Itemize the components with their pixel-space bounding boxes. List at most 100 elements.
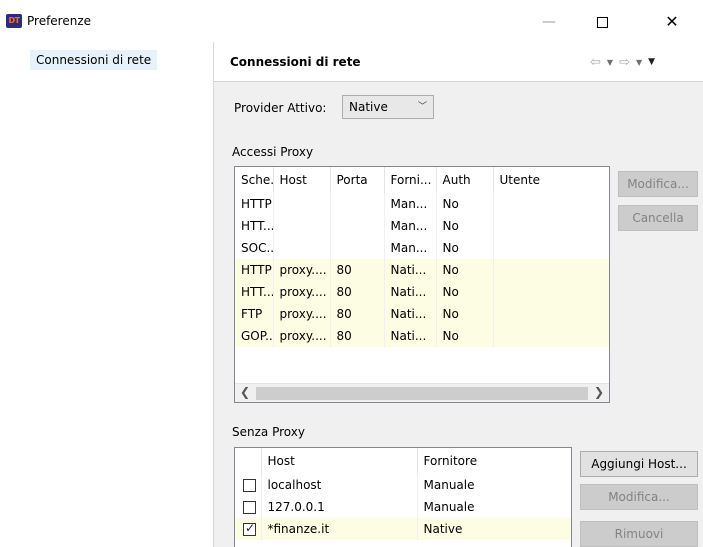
history-navigation: ⇦ ▼ ⇨ ▼ ▼ — [590, 53, 655, 71]
cell-port — [330, 237, 385, 259]
window-title: Preferenze — [27, 14, 92, 28]
cell-checkbox — [235, 496, 262, 518]
table-row[interactable]: FTP proxy.... 80 Nati... No — [235, 303, 609, 325]
column-header-host[interactable]: Host — [273, 167, 331, 193]
cell-user — [493, 259, 609, 281]
row-checkbox[interactable] — [243, 501, 256, 514]
app-logo-icon: DT — [6, 14, 22, 28]
table-row[interactable]: GOP... proxy.... 80 Nati... No — [235, 325, 609, 347]
tree-item-network-connections[interactable]: Connessioni di rete — [30, 50, 158, 70]
maximize-button[interactable] — [580, 8, 624, 36]
cell-port — [330, 215, 385, 237]
active-provider-value: Native — [349, 100, 388, 114]
cell-user — [493, 193, 609, 215]
column-header-user[interactable]: Utente — [493, 167, 609, 193]
chevron-down-icon: ﹀ — [417, 102, 427, 112]
cell-auth: No — [436, 215, 494, 237]
cell-scheme: SOC... — [235, 237, 274, 259]
table-row[interactable]: SOC... Man... No — [235, 237, 609, 259]
row-checkbox[interactable] — [243, 479, 256, 492]
table-row[interactable]: HTTP proxy.... 80 Nati... No — [235, 259, 609, 281]
column-header-scheme[interactable]: Sche... — [235, 167, 274, 193]
table-row[interactable]: 127.0.0.1 Manuale — [235, 496, 571, 518]
cell-auth: No — [436, 303, 494, 325]
cell-host: 127.0.0.1 — [261, 496, 418, 518]
scrollbar-thumb[interactable] — [256, 387, 588, 400]
cell-scheme: HTTP — [235, 259, 274, 281]
close-button[interactable]: ✕ — [650, 8, 694, 36]
forward-arrow-icon[interactable]: ⇨ — [619, 55, 630, 70]
cell-provider: Nati... — [384, 259, 437, 281]
cell-host — [273, 237, 331, 259]
horizontal-scrollbar[interactable]: ❮ ❯ — [235, 383, 609, 402]
cell-provider: Man... — [384, 237, 437, 259]
cell-port: 80 — [330, 281, 385, 303]
cell-user — [493, 303, 609, 325]
bypass-label: Senza Proxy — [232, 425, 305, 439]
cell-host: proxy.... — [273, 281, 331, 303]
forward-dropdown-icon[interactable]: ▼ — [636, 58, 642, 67]
cell-host: *finanze.it — [261, 518, 418, 540]
cell-user — [493, 215, 609, 237]
table-row[interactable]: HTT... Man... No — [235, 215, 609, 237]
cell-checkbox — [235, 474, 262, 496]
cell-host: proxy.... — [273, 325, 331, 347]
cell-scheme: FTP — [235, 303, 274, 325]
column-header-checkbox — [235, 448, 262, 474]
cell-auth: No — [436, 237, 494, 259]
page-header: Connessioni di rete ⇦ ▼ ⇨ ▼ ▼ — [214, 42, 703, 82]
back-dropdown-icon[interactable]: ▼ — [607, 58, 613, 67]
proxy-entries-label: Accessi Proxy — [232, 145, 314, 159]
cell-checkbox — [235, 518, 262, 540]
cell-port — [330, 193, 385, 215]
active-provider-label: Provider Attivo: — [234, 101, 327, 115]
row-checkbox[interactable] — [243, 521, 256, 536]
add-host-button[interactable]: Aggiungi Host... — [580, 451, 698, 477]
column-header-auth[interactable]: Auth — [436, 167, 494, 193]
table-row[interactable]: HTTP Man... No — [235, 193, 609, 215]
cell-user — [493, 237, 609, 259]
bypass-table-header: Host Fornitore — [235, 448, 571, 474]
cell-provider: Manuale — [417, 474, 571, 496]
back-arrow-icon[interactable]: ⇦ — [590, 55, 601, 70]
cell-provider: Nati... — [384, 325, 437, 347]
cell-port: 80 — [330, 325, 385, 347]
table-row[interactable]: localhost Manuale — [235, 474, 571, 496]
cell-scheme: GOP... — [235, 325, 274, 347]
preferences-tree: Connessioni di rete — [0, 42, 213, 547]
maximize-icon — [596, 16, 608, 28]
table-row[interactable]: HTT... proxy.... 80 Nati... No — [235, 281, 609, 303]
cell-host: proxy.... — [273, 259, 331, 281]
table-row[interactable]: *finanze.it Native — [235, 518, 571, 540]
column-header-provider[interactable]: Forni... — [384, 167, 437, 193]
edit-proxy-button[interactable]: Modifica... — [618, 171, 698, 197]
cell-port: 80 — [330, 259, 385, 281]
scroll-left-icon[interactable]: ❮ — [240, 385, 250, 399]
clear-proxy-button[interactable]: Cancella — [618, 205, 698, 231]
cell-host: proxy.... — [273, 303, 331, 325]
minimize-button[interactable]: — — [527, 8, 571, 36]
cell-host — [273, 193, 331, 215]
cell-provider: Man... — [384, 215, 437, 237]
proxy-entries-table[interactable]: Sche... Host Porta Forni... Auth Utente … — [234, 166, 610, 403]
column-header-provider[interactable]: Fornitore — [417, 448, 571, 474]
cell-provider: Nati... — [384, 303, 437, 325]
page-title: Connessioni di rete — [230, 55, 361, 69]
cell-host — [273, 215, 331, 237]
view-menu-icon[interactable]: ▼ — [648, 57, 655, 67]
cell-user — [493, 281, 609, 303]
cell-auth: No — [436, 259, 494, 281]
edit-host-button[interactable]: Modifica... — [580, 484, 698, 510]
cell-auth: No — [436, 281, 494, 303]
active-provider-select[interactable]: Native ﹀ — [342, 95, 434, 119]
cell-provider: Nati... — [384, 281, 437, 303]
scroll-right-icon[interactable]: ❯ — [594, 385, 604, 399]
remove-host-button[interactable]: Rimuovi — [580, 521, 698, 547]
column-header-host[interactable]: Host — [261, 448, 418, 474]
column-header-port[interactable]: Porta — [330, 167, 385, 193]
cell-scheme: HTT... — [235, 281, 274, 303]
cell-provider: Manuale — [417, 496, 571, 518]
cell-user — [493, 325, 609, 347]
bypass-table[interactable]: Host Fornitore localhost Manuale 127.0.0… — [234, 447, 572, 547]
cell-provider: Native — [417, 518, 571, 540]
